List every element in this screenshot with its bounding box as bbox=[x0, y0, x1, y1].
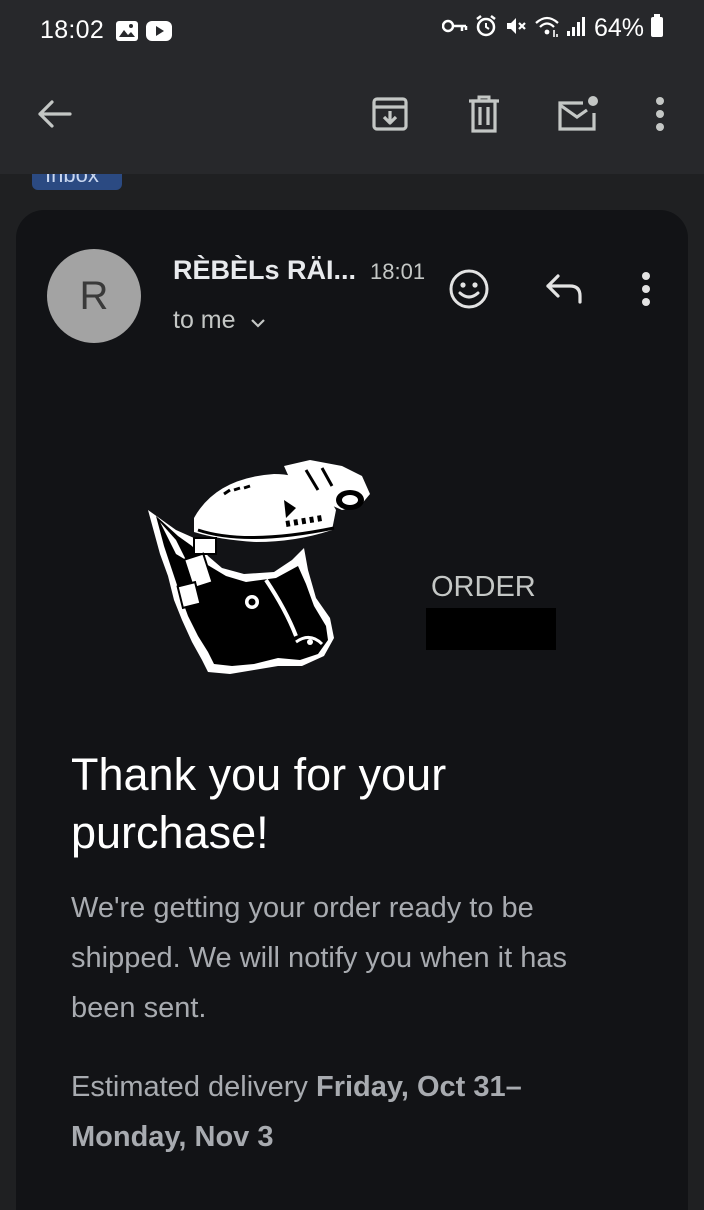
delivery-prefix: Estimated delivery bbox=[71, 1071, 316, 1103]
email-headline: Thank you for your purchase! bbox=[71, 746, 631, 862]
recipient-label: to me bbox=[173, 306, 236, 334]
more-vert-icon[interactable] bbox=[636, 90, 684, 138]
message-time: 18:01 bbox=[370, 259, 426, 284]
headline-line-1: Thank you for your bbox=[71, 749, 447, 800]
inbox-label: Inbox bbox=[45, 174, 99, 187]
sender-name[interactable]: RÈBÈLs RÄI... bbox=[173, 255, 356, 286]
brand-logo-goat-icon bbox=[146, 460, 376, 690]
reply-icon[interactable] bbox=[541, 266, 587, 312]
headline-line-2: purchase! bbox=[71, 807, 269, 858]
message-card: R RÈBÈLs RÄI... 18:01 to me ORDER Thank … bbox=[16, 210, 688, 1210]
image-icon bbox=[115, 20, 139, 47]
youtube-icon bbox=[145, 20, 173, 47]
vpn-key-icon bbox=[441, 18, 468, 39]
status-time: 18:02 bbox=[40, 16, 105, 44]
delete-icon[interactable] bbox=[460, 90, 508, 138]
status-bar: 18:02 64% bbox=[0, 0, 704, 64]
archive-icon[interactable] bbox=[366, 90, 414, 138]
signal-icon bbox=[566, 15, 588, 42]
message-more-icon[interactable] bbox=[623, 266, 669, 312]
chevron-down-icon bbox=[250, 306, 266, 335]
back-arrow-icon[interactable] bbox=[30, 90, 78, 138]
recipient-details-toggle[interactable]: to me bbox=[173, 306, 266, 335]
battery-icon bbox=[650, 14, 664, 43]
alarm-icon bbox=[474, 14, 498, 43]
order-label: ORDER bbox=[431, 571, 536, 603]
avatar-letter: R bbox=[79, 273, 109, 318]
message-toolbar bbox=[0, 64, 704, 174]
mark-unread-icon[interactable] bbox=[554, 90, 602, 138]
mute-icon bbox=[504, 14, 528, 43]
sender-avatar[interactable]: R bbox=[47, 249, 141, 343]
wifi-icon bbox=[534, 14, 560, 43]
email-body-text: We're getting your order ready to be shi… bbox=[71, 892, 567, 1024]
estimated-delivery: Estimated delivery Friday, Oct 31–Monday… bbox=[71, 1062, 631, 1162]
inbox-label-chip[interactable]: Inbox bbox=[32, 174, 122, 190]
battery-percentage: 64% bbox=[593, 14, 644, 42]
redacted-order-number bbox=[426, 608, 556, 650]
emoji-reaction-icon[interactable] bbox=[446, 266, 492, 312]
